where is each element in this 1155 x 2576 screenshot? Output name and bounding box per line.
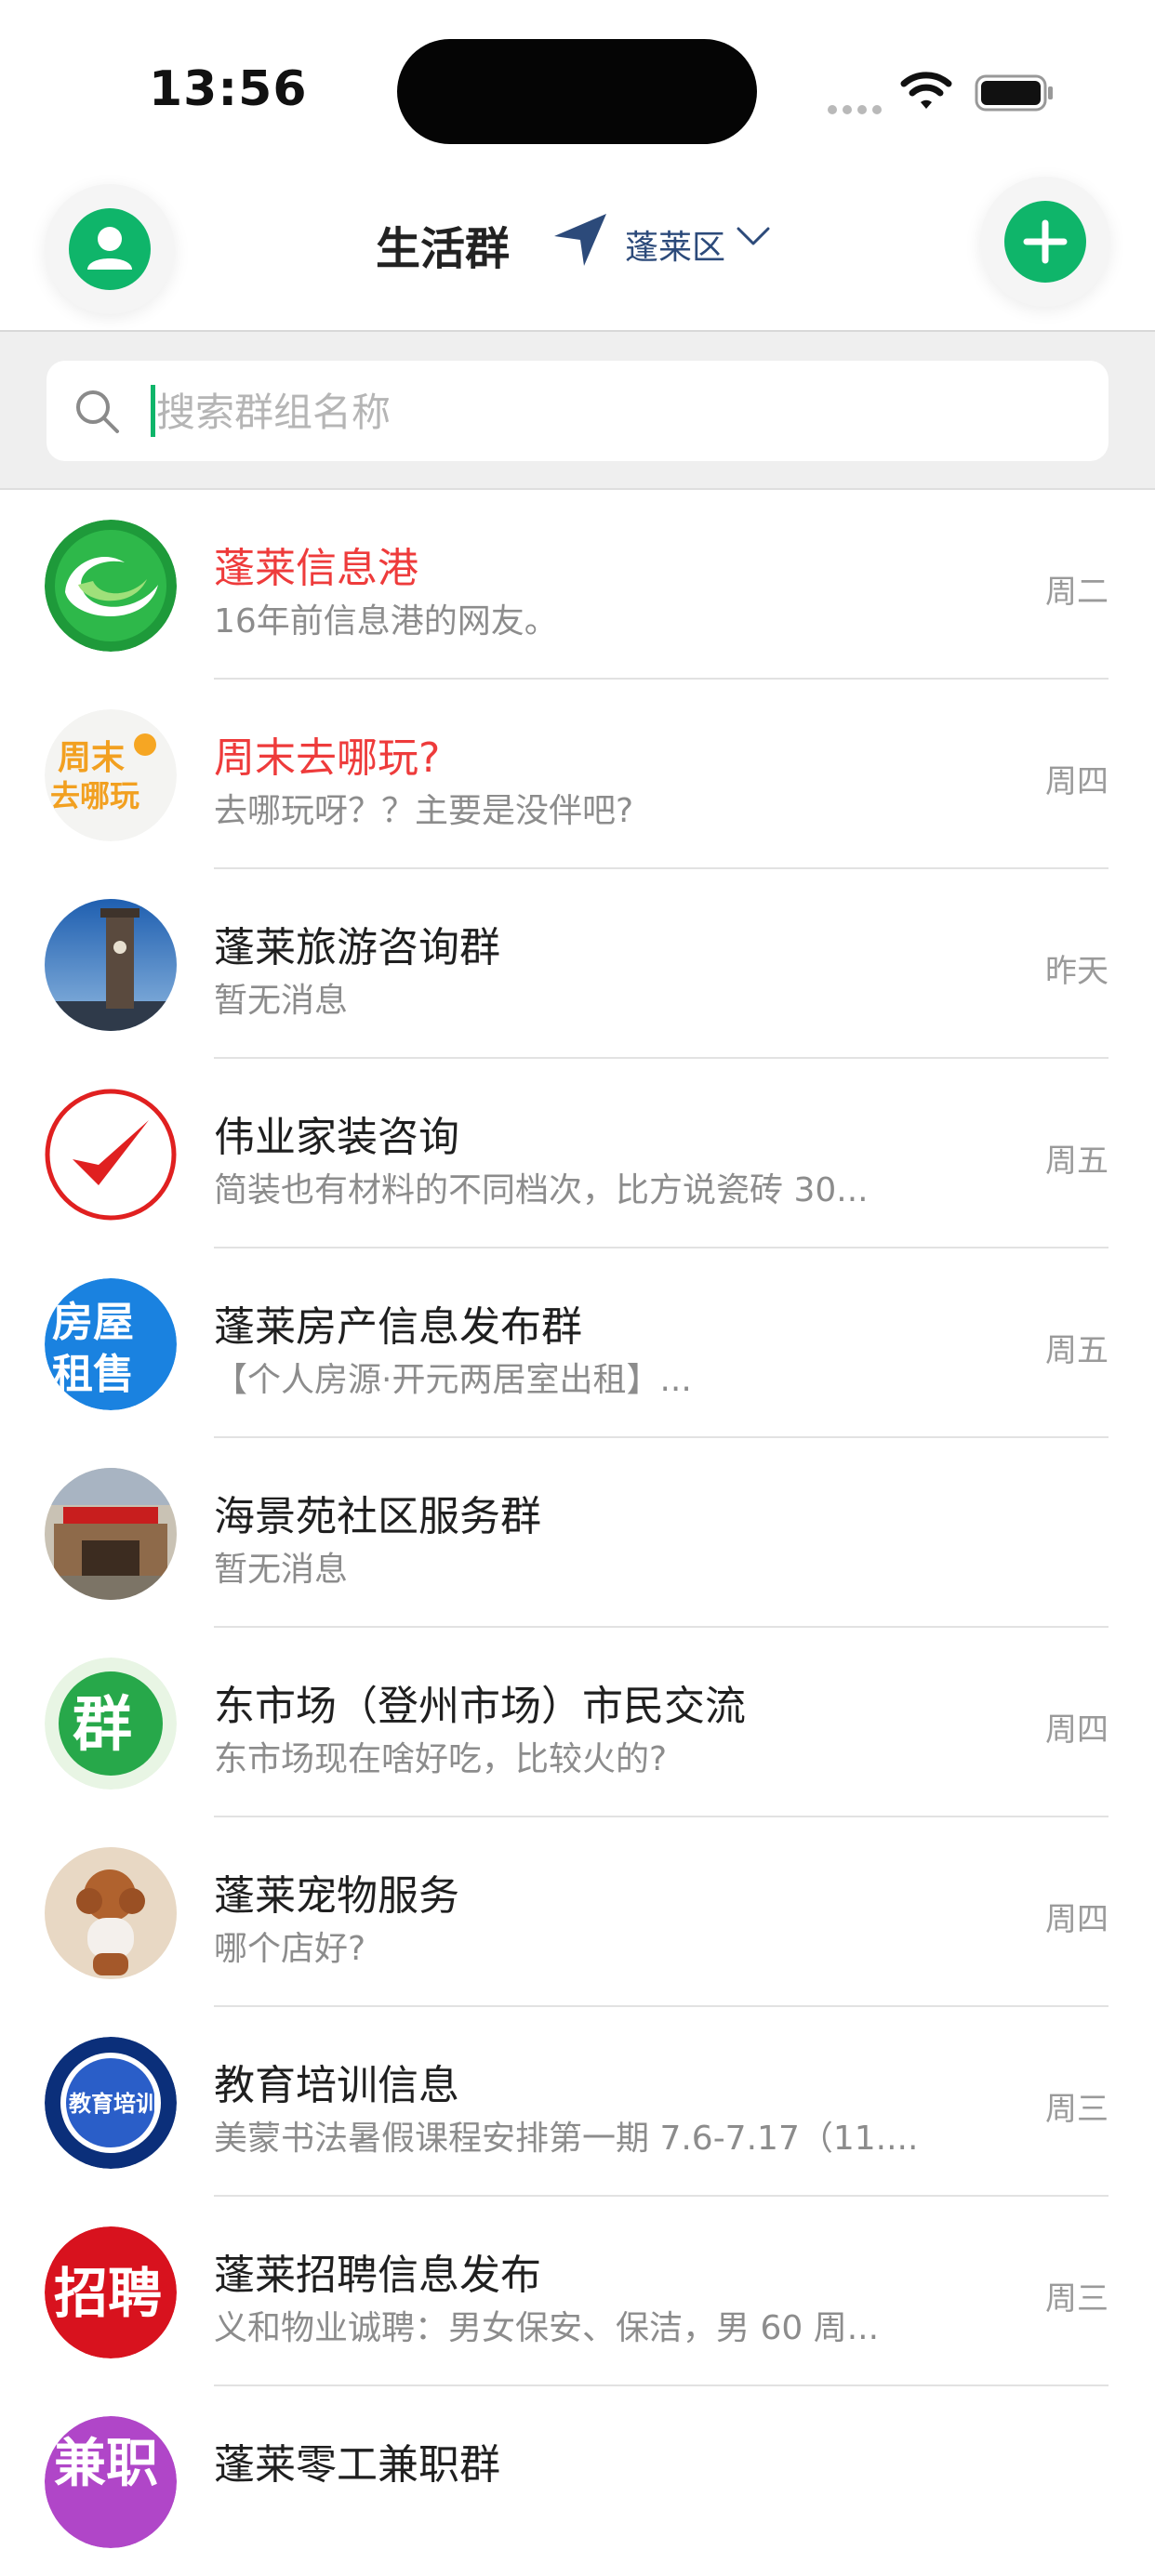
group-last-message: 暂无消息 (214, 1551, 349, 1589)
group-last-message: 哪个店好? (214, 1930, 366, 1968)
page-title: 生活群 (376, 223, 511, 275)
user-icon (87, 227, 132, 270)
add-group-button[interactable] (980, 177, 1110, 307)
location-label[interactable]: 蓬莱区 (625, 220, 725, 269)
group-name: 蓬莱零工兼职群 (214, 2441, 500, 2489)
search-icon (76, 390, 119, 433)
parttime-logo-icon: 兼职 (45, 2416, 177, 2548)
group-time: 周五 (1045, 1332, 1109, 1369)
weekend-text-logo-icon: 周末 去哪玩 (45, 709, 177, 841)
group-row-recruitment[interactable]: 招聘 蓬莱招聘信息发布 义和物业诚聘：男女保安、保洁，男 60 周... 周三 (0, 2197, 1155, 2386)
checkmark-logo-icon (45, 1089, 177, 1221)
group-row-parttime[interactable]: 兼职 蓬莱零工兼职群 (0, 2386, 1155, 2576)
cellular-signal-icon (828, 100, 887, 118)
group-logo-text: 群 (73, 1691, 132, 1760)
wifi-icon (900, 72, 952, 109)
group-row-education[interactable]: 教育培训 教育培训信息 美蒙书法暑假课程安排第一期 7.6-7.17（11...… (0, 2007, 1155, 2197)
profile-button[interactable] (45, 184, 175, 314)
education-logo-text: 教育培训 (69, 2091, 158, 2117)
group-name: 蓬莱信息港 (214, 545, 418, 592)
group-name: 海景苑社区服务群 (214, 1493, 541, 1540)
group-last-message: 简装也有材料的不同档次，比方说瓷砖 30... (214, 1171, 869, 1209)
group-row-haijingyuan[interactable]: 海景苑社区服务群 暂无消息 (0, 1438, 1155, 1628)
group-row-weekend[interactable]: 周末 去哪玩 周末去哪玩? 去哪玩呀？？主要是没伴吧? 周四 (0, 680, 1155, 869)
group-time: 周五 (1045, 1143, 1109, 1180)
group-last-message: 义和物业诚聘：男女保安、保洁，男 60 周... (214, 2309, 880, 2347)
group-name: 蓬莱旅游咨询群 (214, 924, 500, 971)
status-time: 13:56 (149, 61, 308, 117)
status-bar: 13:56 (0, 0, 1155, 177)
recruit-logo-icon: 招聘 (45, 2226, 177, 2358)
chevron-down-icon[interactable] (735, 221, 772, 251)
dynamic-island (397, 39, 757, 144)
group-row-east-market[interactable]: 群 东市场（登州市场）市民交流 东市场现在啥好吃，比较火的? 周四 (0, 1628, 1155, 1817)
swirl-logo-icon (45, 520, 177, 652)
poodle-photo-icon (45, 1847, 177, 1979)
group-name: 蓬莱宠物服务 (214, 1872, 459, 1920)
community-center-photo-icon (45, 1468, 177, 1600)
group-time: 昨天 (1045, 953, 1109, 990)
education-badge-icon: 教育培训 (45, 2037, 177, 2169)
tower-photo-icon (45, 899, 177, 1031)
group-last-message: 暂无消息 (214, 982, 349, 1020)
group-last-message: 【个人房源·开元两居室出租】... (214, 1361, 692, 1399)
plus-icon (1023, 219, 1068, 264)
group-last-message: 美蒙书法暑假课程安排第一期 7.6-7.17（11.... (214, 2120, 919, 2158)
group-list: 蓬莱信息港 16年前信息港的网友。 周二 周末 去哪玩 周末去哪玩? 去哪玩呀？… (0, 490, 1155, 2576)
group-time: 周四 (1045, 1901, 1109, 1938)
recruit-logo-text: 招聘 (54, 2262, 162, 2325)
group-time: 周四 (1045, 1711, 1109, 1749)
location-arrow-icon[interactable] (549, 208, 612, 271)
house-logo-text-2: 租售 (52, 1351, 134, 1398)
group-name: 伟业家装咨询 (214, 1114, 459, 1161)
group-time: 周三 (1045, 2091, 1109, 2128)
group-char-logo-icon: 群 (45, 1658, 177, 1790)
group-row-penglai-info-port[interactable]: 蓬莱信息港 16年前信息港的网友。 周二 (0, 490, 1155, 680)
group-last-message: 东市场现在啥好吃，比较火的? (214, 1740, 668, 1778)
group-name: 周末去哪玩? (214, 734, 441, 782)
group-row-real-estate[interactable]: 房屋 租售 蓬莱房产信息发布群 【个人房源·开元两居室出租】... 周五 (0, 1248, 1155, 1438)
house-rent-logo-icon: 房屋 租售 (45, 1278, 177, 1410)
group-row-pet-service[interactable]: 蓬莱宠物服务 哪个店好? 周四 (0, 1817, 1155, 2007)
group-time: 周四 (1045, 763, 1109, 800)
group-name: 蓬莱招聘信息发布 (214, 2252, 541, 2299)
group-row-weiye-decoration[interactable]: 伟业家装咨询 简装也有材料的不同档次，比方说瓷砖 30... 周五 (0, 1059, 1155, 1248)
avatar[interactable] (69, 208, 151, 290)
group-time: 周三 (1045, 2280, 1109, 2318)
group-last-message: 16年前信息港的网友。 (214, 602, 558, 641)
house-logo-text-1: 房屋 (52, 1299, 134, 1346)
group-row-tourism[interactable]: 蓬莱旅游咨询群 暂无消息 昨天 (0, 869, 1155, 1059)
search-box[interactable] (46, 361, 1109, 461)
parttime-logo-text: 兼职 (54, 2434, 158, 2494)
group-name: 东市场（登州市场）市民交流 (214, 1683, 746, 1730)
add-button-circle[interactable] (1004, 201, 1086, 283)
group-name: 教育培训信息 (214, 2062, 459, 2109)
weekend-logo-text-1: 周末 (58, 739, 125, 777)
weekend-logo-text-2: 去哪玩 (50, 778, 139, 813)
group-last-message: 去哪玩呀？？主要是没伴吧? (214, 792, 634, 830)
group-time: 周二 (1045, 574, 1109, 611)
search-input[interactable] (154, 377, 1069, 446)
battery-icon (975, 74, 1053, 112)
group-name: 蓬莱房产信息发布群 (214, 1303, 582, 1351)
